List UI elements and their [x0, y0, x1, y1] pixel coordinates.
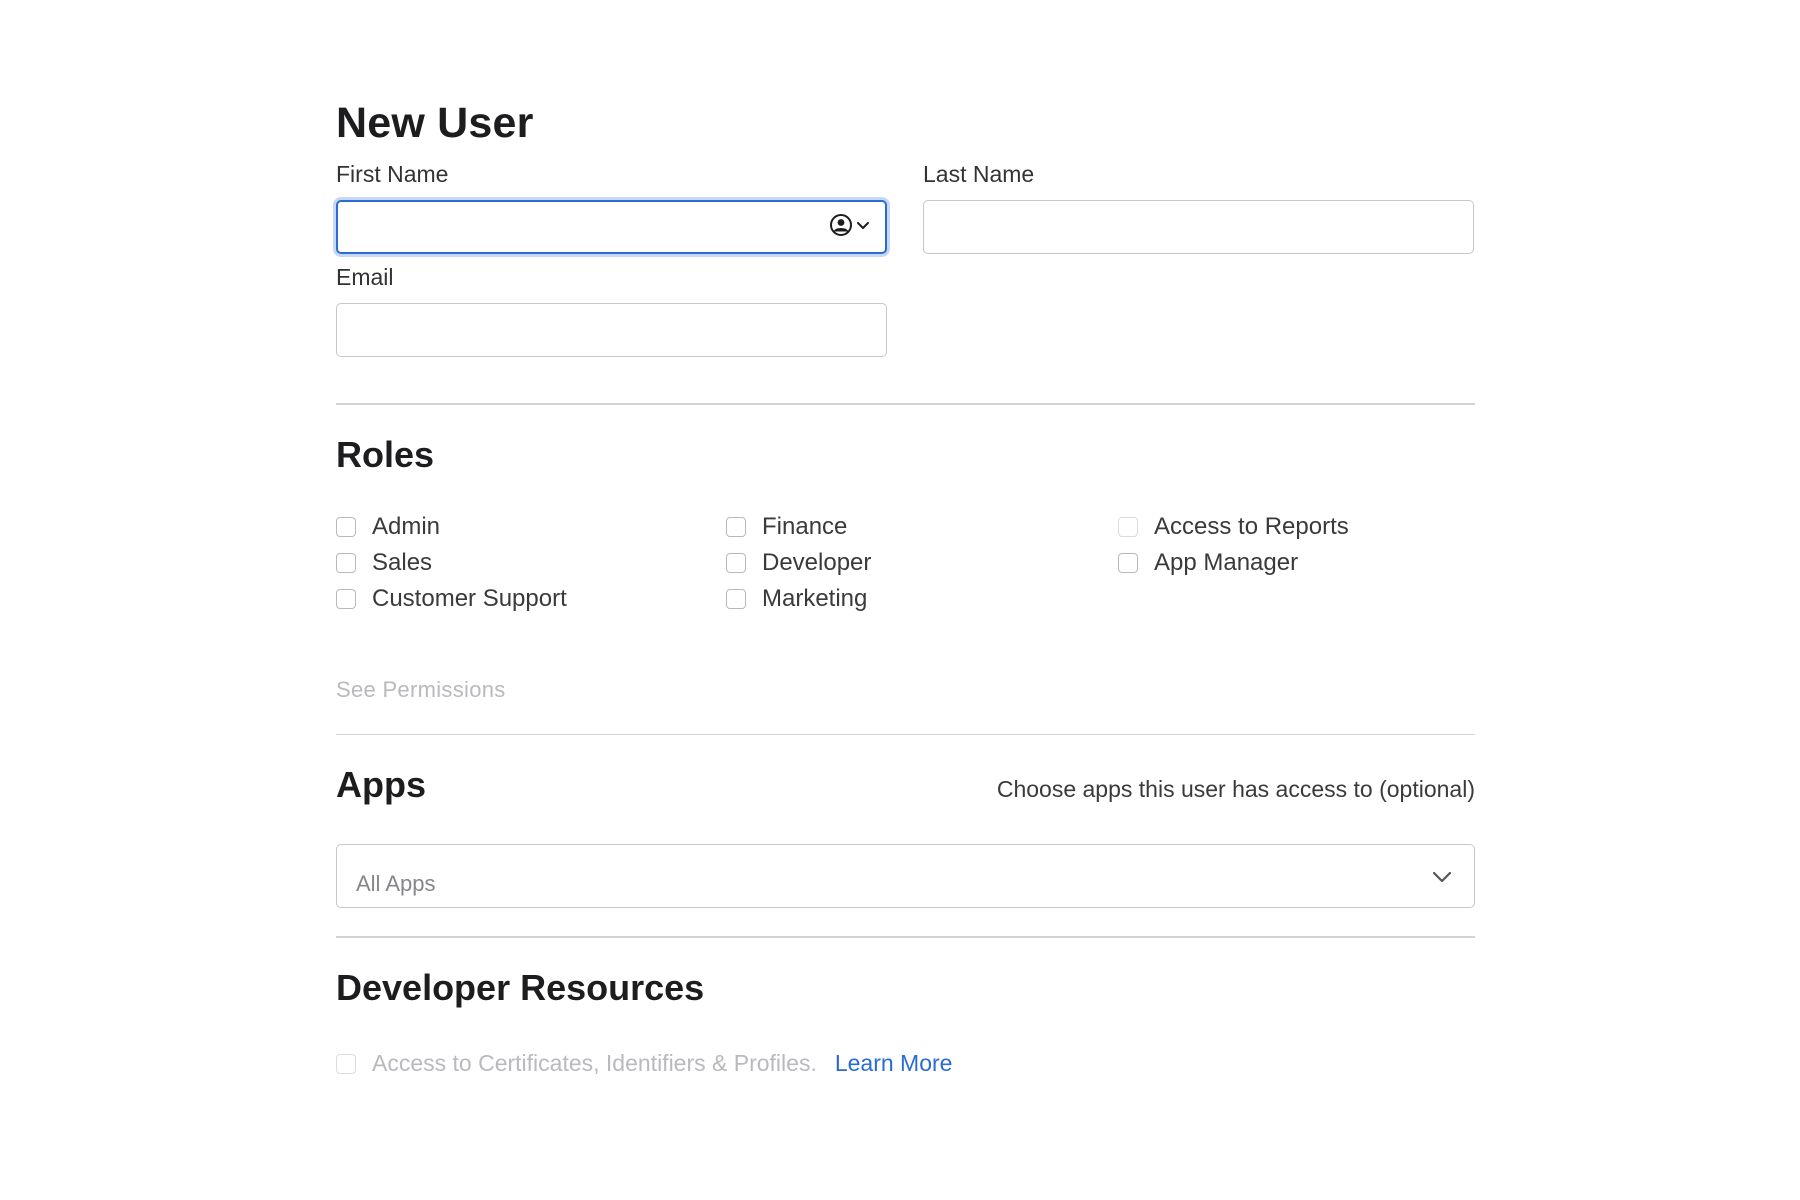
role-checkbox[interactable]	[1118, 516, 1138, 537]
new-user-form: New User First Name Last Name Email Role…	[336, 95, 1475, 1079]
developer-access-row: Access to Certificates, Identifiers & Pr…	[336, 1049, 1475, 1079]
email-label: Email	[336, 264, 394, 290]
role-checkbox[interactable]	[336, 516, 356, 537]
last-name-input-wrap	[923, 200, 1474, 254]
last-name-label: Last Name	[923, 161, 1035, 187]
role-checkbox[interactable]	[726, 588, 746, 609]
role-label: Admin	[372, 512, 441, 540]
role-marketing[interactable]: Marketing	[726, 585, 867, 613]
page-title: New User	[336, 99, 534, 147]
role-label: Sales	[372, 548, 433, 576]
role-checkbox[interactable]	[1118, 552, 1138, 573]
role-admin[interactable]: Admin	[336, 513, 440, 541]
email-field: Email	[336, 264, 887, 357]
developer-resources-title: Developer Resources	[336, 966, 705, 1008]
role-label: Access to Reports	[1154, 512, 1349, 540]
chevron-down-icon	[857, 222, 869, 229]
learn-more-link[interactable]: Learn More	[835, 1050, 953, 1077]
divider	[336, 936, 1475, 938]
role-developer[interactable]: Developer	[726, 549, 871, 577]
divider	[336, 403, 1475, 405]
role-label: Finance	[762, 512, 848, 540]
developer-access-checkbox[interactable]	[336, 1053, 356, 1074]
first-name-input[interactable]	[336, 200, 887, 254]
apps-title: Apps	[336, 764, 426, 805]
apps-header: Apps Choose apps this user has access to…	[336, 763, 1475, 807]
name-row: First Name Last Name	[336, 151, 1475, 254]
apps-hint: Choose apps this user has access to (opt…	[996, 775, 1475, 802]
role-customer-support[interactable]: Customer Support	[336, 585, 567, 613]
page: New User First Name Last Name Email Role…	[0, 0, 1800, 1200]
apps-select[interactable]: All Apps	[336, 844, 1475, 908]
last-name-field: Last Name	[923, 151, 1474, 254]
email-input[interactable]	[336, 303, 887, 357]
divider	[336, 733, 1475, 735]
roles-title: Roles	[336, 433, 435, 475]
first-name-field: First Name	[336, 151, 887, 254]
autofill-contact-button[interactable]	[829, 213, 871, 237]
contact-card-icon	[830, 214, 852, 236]
role-finance[interactable]: Finance	[726, 513, 847, 541]
developer-access-label: Access to Certificates, Identifiers & Pr…	[372, 1050, 817, 1076]
role-label: Developer	[762, 548, 872, 576]
first-name-input-wrap	[336, 200, 887, 254]
chevron-down-icon	[1432, 871, 1452, 883]
first-name-label: First Name	[336, 161, 449, 187]
role-checkbox[interactable]	[726, 552, 746, 573]
role-label: Marketing	[762, 584, 868, 612]
role-checkbox[interactable]	[336, 588, 356, 609]
see-permissions-link: See Permissions	[336, 676, 506, 702]
role-app-manager[interactable]: App Manager	[1118, 549, 1298, 577]
apps-select-value: All Apps	[356, 871, 436, 896]
role-checkbox[interactable]	[726, 516, 746, 537]
email-input-wrap	[336, 303, 887, 357]
last-name-input[interactable]	[923, 200, 1474, 254]
role-checkbox[interactable]	[336, 552, 356, 573]
role-label: App Manager	[1154, 548, 1299, 576]
role-access-to-reports[interactable]: Access to Reports	[1118, 513, 1349, 541]
role-sales[interactable]: Sales	[336, 549, 432, 577]
roles-grid: Admin Finance Access to Reports Sales De…	[336, 513, 1475, 623]
role-label: Customer Support	[372, 584, 567, 612]
